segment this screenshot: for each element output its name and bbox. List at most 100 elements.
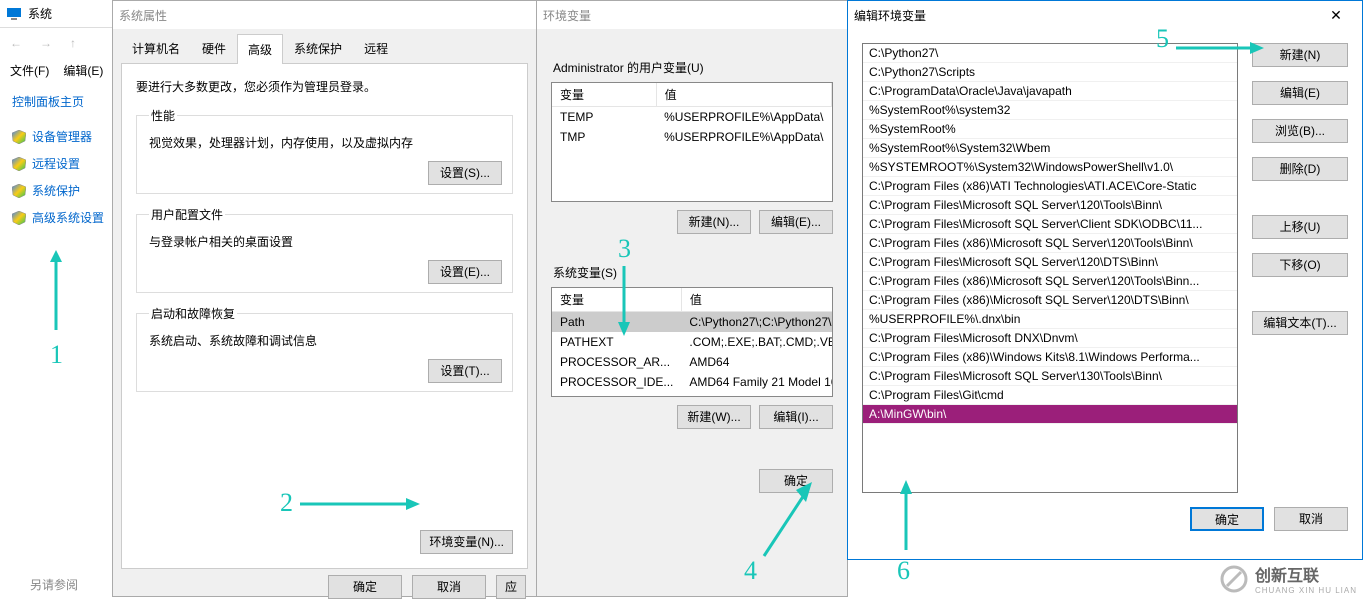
path-entry-row[interactable]: C:\Program Files\Microsoft SQL Server\Cl…	[863, 215, 1237, 234]
user-new-button[interactable]: 新建(N)...	[677, 210, 751, 234]
path-entry-row[interactable]: %SystemRoot%\system32	[863, 101, 1237, 120]
sys-var-row[interactable]: PROCESSOR_LEV21	[552, 392, 833, 397]
path-entry-row[interactable]: C:\Program Files (x86)\Microsoft SQL Ser…	[863, 272, 1237, 291]
shield-icon	[12, 184, 26, 198]
path-entry-row[interactable]: %USERPROFILE%\.dnx\bin	[863, 310, 1237, 329]
path-entry-row[interactable]: C:\Program Files\Microsoft DNX\Dnvm\	[863, 329, 1237, 348]
fwd-icon[interactable]: →	[40, 36, 52, 50]
sys-edit-button[interactable]: 编辑(I)...	[759, 405, 833, 429]
performance-legend: 性能	[149, 107, 177, 124]
path-entries-list[interactable]: C:\Python27\C:\Python27\ScriptsC:\Progra…	[862, 43, 1238, 493]
advanced-system-settings-link[interactable]: 高级系统设置	[12, 209, 107, 226]
props-footer: 确定 取消 应	[113, 569, 536, 605]
path-entry-row[interactable]: %SystemRoot%\System32\Wbem	[863, 139, 1237, 158]
user-vars-label: Administrator 的用户变量(U)	[553, 59, 831, 76]
sys-vars-list[interactable]: 变量 值 PathC:\Python27\;C:\Python27\S PATH…	[551, 287, 833, 397]
annotation-arrow-3	[614, 266, 634, 336]
sys-col-val[interactable]: 值	[681, 288, 833, 312]
user-var-row[interactable]: TEMP%USERPROFILE%\AppData\	[552, 107, 832, 128]
annotation-4: 4	[744, 556, 757, 586]
sys-var-row[interactable]: PathC:\Python27\;C:\Python27\S	[552, 312, 833, 333]
annotation-5: 5	[1156, 24, 1169, 54]
user-var-row[interactable]: TMP%USERPROFILE%\AppData\	[552, 127, 832, 147]
user-col-val[interactable]: 值	[656, 83, 831, 107]
annotation-3: 3	[618, 234, 631, 264]
watermark-logo: 创新互联 CHUANG XIN HU LIAN	[1219, 562, 1357, 595]
annotation-1: 1	[50, 340, 63, 370]
move-down-button[interactable]: 下移(O)	[1252, 253, 1348, 277]
tab-remote[interactable]: 远程	[353, 33, 399, 63]
system-title: 系统	[28, 5, 113, 22]
browse-button[interactable]: 浏览(B)...	[1252, 119, 1348, 143]
sys-var-row[interactable]: PROCESSOR_IDE...AMD64 Family 21 Model 16	[552, 372, 833, 392]
system-protection-link[interactable]: 系统保护	[12, 182, 107, 199]
see-also-label: 另请参阅	[30, 576, 78, 593]
logo-subtext: CHUANG XIN HU LIAN	[1255, 586, 1357, 595]
user-col-var[interactable]: 变量	[552, 83, 656, 107]
props-cancel-button[interactable]: 取消	[412, 575, 486, 599]
path-entry-row[interactable]: %SYSTEMROOT%\System32\WindowsPowerShell\…	[863, 158, 1237, 177]
startup-recovery-desc: 系统启动、系统故障和调试信息	[149, 332, 500, 349]
edit-title: 编辑环境变量	[854, 7, 1316, 24]
props-apply-button[interactable]: 应	[496, 575, 526, 599]
delete-entry-button[interactable]: 删除(D)	[1252, 157, 1348, 181]
system-titlebar: 系统	[0, 0, 119, 28]
edit-ok-button[interactable]: 确定	[1190, 507, 1264, 531]
control-panel-home-link[interactable]: 控制面板主页	[12, 93, 107, 110]
user-profiles-legend: 用户配置文件	[149, 206, 225, 223]
shield-icon	[12, 157, 26, 171]
tab-hardware[interactable]: 硬件	[191, 33, 237, 63]
path-entry-row[interactable]: %SystemRoot%	[863, 120, 1237, 139]
annotation-6: 6	[897, 556, 910, 586]
tab-advanced[interactable]: 高级	[237, 34, 283, 64]
user-profiles-desc: 与登录帐户相关的桌面设置	[149, 233, 500, 250]
back-icon[interactable]: ←	[10, 36, 22, 50]
edit-env-var-window: 编辑环境变量 ✕ C:\Python27\C:\Python27\Scripts…	[847, 0, 1363, 560]
environment-variables-button[interactable]: 环境变量(N)...	[420, 530, 513, 554]
props-titlebar: 系统属性	[113, 1, 536, 29]
device-manager-link[interactable]: 设备管理器	[12, 128, 107, 145]
user-edit-button[interactable]: 编辑(E)...	[759, 210, 833, 234]
admin-notice: 要进行大多数更改，您必须作为管理员登录。	[136, 78, 513, 95]
performance-settings-button[interactable]: 设置(S)...	[428, 161, 502, 185]
user-vars-list[interactable]: 变量 值 TEMP%USERPROFILE%\AppData\ TMP%USER…	[551, 82, 833, 202]
path-entry-row[interactable]: A:\MinGW\bin\	[863, 405, 1237, 424]
path-entry-row[interactable]: C:\Python27\Scripts	[863, 63, 1237, 82]
menu-file[interactable]: 文件(F)	[10, 62, 49, 79]
menu-edit[interactable]: 编辑(E)	[63, 62, 103, 79]
path-entry-row[interactable]: C:\Program Files\Microsoft SQL Server\13…	[863, 367, 1237, 386]
startup-recovery-settings-button[interactable]: 设置(T)...	[428, 359, 502, 383]
path-entry-row[interactable]: C:\Program Files\Git\cmd	[863, 386, 1237, 405]
sys-var-row[interactable]: PATHEXT.COM;.EXE;.BAT;.CMD;.VBS;	[552, 332, 833, 352]
props-ok-button[interactable]: 确定	[328, 575, 402, 599]
path-entry-row[interactable]: C:\Program Files (x86)\Windows Kits\8.1\…	[863, 348, 1237, 367]
path-entry-row[interactable]: C:\Program Files (x86)\ATI Technologies\…	[863, 177, 1237, 196]
annotation-arrow-1	[46, 250, 66, 330]
path-entry-row[interactable]: C:\Program Files\Microsoft SQL Server\12…	[863, 196, 1237, 215]
path-entry-row[interactable]: C:\Program Files\Microsoft SQL Server\12…	[863, 253, 1237, 272]
edit-entry-button[interactable]: 编辑(E)	[1252, 81, 1348, 105]
close-icon[interactable]: ✕	[1316, 7, 1356, 24]
startup-recovery-group: 启动和故障恢复 系统启动、系统故障和调试信息 设置(T)...	[136, 305, 513, 392]
edit-cancel-button[interactable]: 取消	[1274, 507, 1348, 531]
edit-text-button[interactable]: 编辑文本(T)...	[1252, 311, 1348, 335]
tab-computer-name[interactable]: 计算机名	[121, 33, 191, 63]
annotation-arrow-2	[300, 494, 420, 514]
annotation-arrow-6	[896, 480, 916, 550]
performance-desc: 视觉效果，处理器计划，内存使用，以及虚拟内存	[149, 134, 500, 151]
user-profiles-settings-button[interactable]: 设置(E)...	[428, 260, 502, 284]
path-entry-row[interactable]: C:\ProgramData\Oracle\Java\javapath	[863, 82, 1237, 101]
move-up-button[interactable]: 上移(U)	[1252, 215, 1348, 239]
performance-group: 性能 视觉效果，处理器计划，内存使用，以及虚拟内存 设置(S)...	[136, 107, 513, 194]
path-entry-row[interactable]: C:\Program Files (x86)\Microsoft SQL Ser…	[863, 291, 1237, 310]
remote-settings-link[interactable]: 远程设置	[12, 155, 107, 172]
new-entry-button[interactable]: 新建(N)	[1252, 43, 1348, 67]
up-icon[interactable]: ↑	[70, 36, 76, 50]
path-entry-row[interactable]: C:\Program Files (x86)\Microsoft SQL Ser…	[863, 234, 1237, 253]
sys-var-row[interactable]: PROCESSOR_AR...AMD64	[552, 352, 833, 372]
edit-titlebar: 编辑环境变量 ✕	[848, 1, 1362, 29]
shield-icon	[12, 211, 26, 225]
sys-new-button[interactable]: 新建(W)...	[677, 405, 751, 429]
annotation-2: 2	[280, 488, 293, 518]
tab-system-protection[interactable]: 系统保护	[283, 33, 353, 63]
